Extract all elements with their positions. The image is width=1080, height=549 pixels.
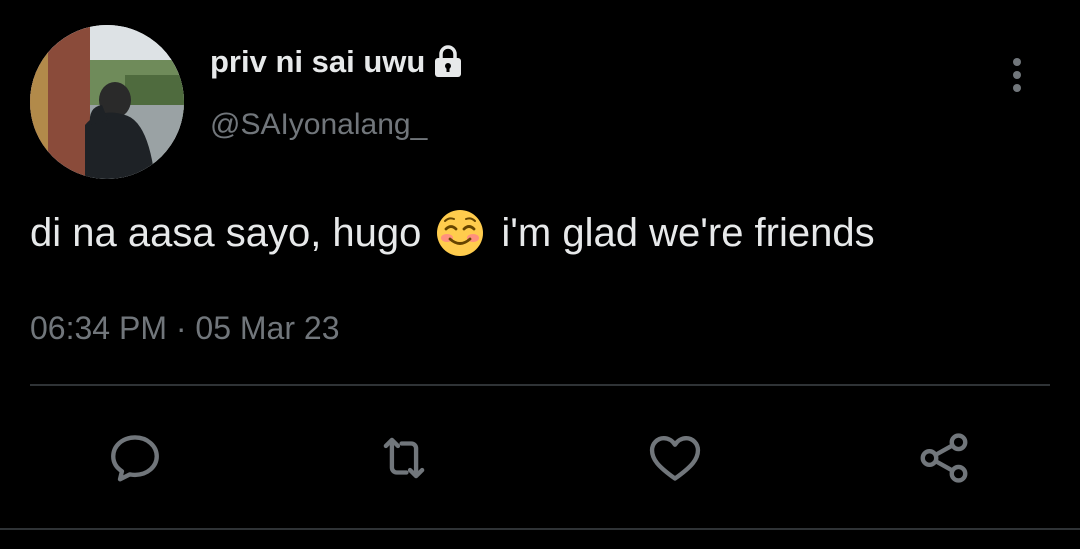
tweet-text: di na aasa sayo, hugo i'm glad we're fri… — [30, 208, 875, 258]
comment-icon — [111, 435, 159, 482]
retweet-icon — [383, 437, 425, 479]
smiling-face-icon — [435, 208, 485, 258]
lock-icon — [433, 45, 463, 79]
tweet-text-after: i'm glad we're friends — [501, 210, 875, 255]
avatar[interactable] — [30, 25, 184, 179]
heart-icon — [649, 436, 701, 481]
like-button[interactable] — [645, 428, 705, 488]
display-name-text: priv ni sai uwu — [210, 44, 426, 79]
tweet-text-before: di na aasa sayo, hugo — [30, 210, 422, 255]
more-vertical-icon[interactable] — [1000, 56, 1034, 96]
retweet-button[interactable] — [374, 428, 434, 488]
display-name[interactable]: priv ni sai uwu — [210, 44, 463, 80]
tweet-timestamp[interactable]: 06:34 PM · 05 Mar 23 — [30, 310, 339, 347]
share-icon — [920, 433, 968, 483]
reply-button[interactable] — [105, 428, 165, 488]
bottom-divider — [0, 528, 1080, 530]
share-button[interactable] — [914, 428, 974, 488]
user-handle[interactable]: @SAIyonalang_ — [210, 108, 427, 142]
divider — [30, 384, 1050, 386]
